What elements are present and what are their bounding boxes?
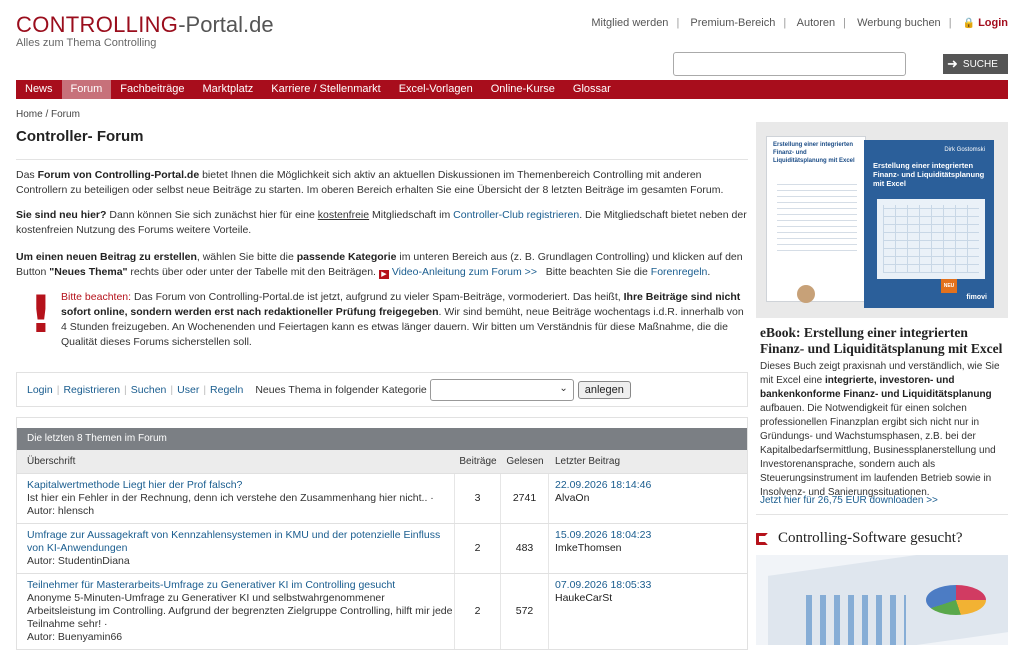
video-guide-link[interactable]: Video-Anleitung zum Forum >> (392, 266, 537, 278)
topic-author: Autor: Buenyamin66 (27, 631, 123, 643)
topic-author: Autor: StudentinDiana (27, 555, 130, 567)
link-mitglied-werden[interactable]: Mitglied werden (591, 17, 668, 29)
link-autoren[interactable]: Autoren (797, 17, 836, 29)
nav-item-fachbeitraege[interactable]: Fachbeiträge (111, 80, 193, 99)
sidebar: Erstellung einer integrierten Finanz- un… (756, 122, 1008, 645)
col-ueberschrift: Überschrift (27, 456, 76, 467)
topic-views: 483 (501, 524, 549, 573)
forum-rules-link[interactable]: Forenregeln (651, 266, 708, 278)
login-link[interactable]: Login (978, 17, 1008, 29)
top-links: Mitglied werden | Premium-Bereich | Autore… (591, 17, 1008, 29)
topic-views: 2741 (501, 474, 549, 523)
col-gelesen: Gelesen (506, 456, 544, 467)
exclamation-icon: ! (29, 285, 53, 345)
logo-brand: CONTROLLING (16, 12, 179, 37)
main-nav: News Forum Fachbeiträge Marktplatz Karri… (16, 80, 1008, 99)
category-select[interactable]: ⌄ (429, 378, 574, 401)
kostenfreie-link[interactable]: kostenfreie (318, 209, 369, 221)
nav-item-forum[interactable]: Forum (61, 80, 112, 99)
create-topic-button[interactable]: anlegen (577, 380, 631, 399)
action-login-link[interactable]: Login (27, 384, 53, 396)
table-header-row: Überschrift Beiträge Gelesen Letzter Bei… (17, 450, 747, 473)
site-logo[interactable]: CONTROLLING-Portal.de Alles zum Thema Co… (16, 12, 274, 49)
nav-item-karriere[interactable]: Karriere / Stellenmarkt (262, 80, 389, 99)
book-screenshot (877, 199, 985, 279)
last-post-date-link[interactable]: 07.09.2026 18:05:33 (555, 579, 747, 592)
last-post-user: HaukeCarSt (555, 592, 613, 604)
last-post-date-link[interactable]: 15.09.2026 18:04:23 (555, 529, 747, 542)
intro-paragraph-2: Sie sind neu hier? Dann können Sie sich … (16, 209, 747, 236)
main-content: Controller- Forum Das Forum von Controll… (16, 128, 748, 650)
register-link[interactable]: Controller-Club registrieren (453, 209, 579, 221)
logo-suffix: -Portal.de (178, 12, 274, 37)
action-register-link[interactable]: Registrieren (63, 384, 120, 396)
nav-item-marktplatz[interactable]: Marktplatz (194, 80, 263, 99)
author-photo (797, 285, 815, 303)
nav-item-news[interactable]: News (16, 80, 62, 99)
page-title: Controller- Forum (16, 128, 748, 160)
bracket-icon (756, 532, 768, 545)
search-button-label: SUCHE (962, 58, 998, 70)
ebook-description: Dieses Buch zeigt praxisnah und verständ… (760, 361, 1000, 498)
nav-item-glossar[interactable]: Glossar (564, 80, 620, 99)
software-heading: Controlling-Software gesucht? (756, 530, 963, 547)
col-beitraege: Beiträge (459, 456, 497, 467)
table-row: Umfrage zur Aussagekraft von Kennzahlens… (17, 523, 747, 573)
last-post-user: ImkeThomsen (555, 542, 622, 554)
software-teaser-image[interactable] (756, 555, 1008, 645)
intro-paragraph-3: Um einen neuen Beitrag zu erstellen, wäh… (16, 251, 743, 279)
topic-excerpt: Anonyme 5-Minuten-Umfrage zu Generativer… (27, 592, 453, 630)
topic-posts: 2 (455, 524, 501, 573)
last-post-user: AlvaOn (555, 492, 590, 504)
arrow-right-icon: ➜ (947, 56, 958, 71)
breadcrumb[interactable]: Home / Forum (16, 109, 80, 120)
topic-posts: 2 (455, 574, 501, 649)
latest-topics-table: Die letzten 8 Themen im Forum Überschrif… (16, 417, 748, 650)
search-input[interactable] (673, 52, 906, 76)
action-search-link[interactable]: Suchen (131, 384, 167, 396)
ebook-cover-image[interactable]: Erstellung einer integrierten Finanz- un… (756, 122, 1008, 318)
book-back-cover: Erstellung einer integrierten Finanz- un… (766, 136, 866, 303)
forum-action-bar: Login | Registrieren | Suchen | User | Regel… (16, 372, 748, 407)
table-row: Kapitalwertmethode Liegt hier der Prof f… (17, 473, 747, 523)
search-button[interactable]: ➜ SUCHE (943, 54, 1008, 74)
ebook-download-link[interactable]: Jetzt hier für 26,75 EUR downloaden >> (760, 495, 938, 506)
col-letzter-beitrag: Letzter Beitrag (555, 456, 621, 467)
nav-item-online-kurse[interactable]: Online-Kurse (482, 80, 564, 99)
action-rules-link[interactable]: Regeln (210, 384, 243, 396)
topic-posts: 3 (455, 474, 501, 523)
lock-icon: 🔒 (962, 18, 976, 29)
book-chart (777, 181, 857, 251)
last-post-date-link[interactable]: 22.09.2026 18:14:46 (555, 479, 747, 492)
nav-item-excel-vorlagen[interactable]: Excel-Vorlagen (390, 80, 482, 99)
action-user-link[interactable]: User (177, 384, 199, 396)
sidebar-divider (756, 514, 1008, 515)
publisher-logo: fimovi (966, 294, 987, 301)
topic-excerpt: Ist hier ein Fehler in der Rechnung, den… (27, 492, 434, 504)
link-premium-bereich[interactable]: Premium-Bereich (690, 17, 775, 29)
topic-title-link[interactable]: Kapitalwertmethode Liegt hier der Prof f… (27, 479, 454, 492)
topic-views: 572 (501, 574, 549, 649)
video-icon: ▶ (378, 270, 389, 279)
site-tagline: Alles zum Thema Controlling (16, 37, 157, 49)
ebook-title[interactable]: eBook: Erstellung einer integrierten Fin… (760, 325, 1004, 357)
topic-title-link[interactable]: Teilnehmer für Masterarbeits-Umfrage zu … (27, 579, 454, 592)
table-row: Teilnehmer für Masterarbeits-Umfrage zu … (17, 573, 747, 649)
category-label: Neues Thema in folgender Kategorie (255, 383, 427, 396)
link-werbung-buchen[interactable]: Werbung buchen (857, 17, 941, 29)
software-title[interactable]: Controlling-Software gesucht? (778, 530, 963, 547)
book-front-cover: Dirk Gostomski Erstellung einer integrie… (864, 140, 994, 308)
intro-paragraph-1: Das Forum von Controlling-Portal.de biet… (16, 169, 724, 196)
chevron-down-icon: ⌄ (559, 382, 568, 394)
topic-title-link[interactable]: Umfrage zur Aussagekraft von Kennzahlens… (27, 529, 454, 555)
topic-author: Autor: hlensch (27, 505, 95, 517)
table-heading: Die letzten 8 Themen im Forum (17, 428, 747, 450)
new-badge: NEU (941, 279, 957, 293)
